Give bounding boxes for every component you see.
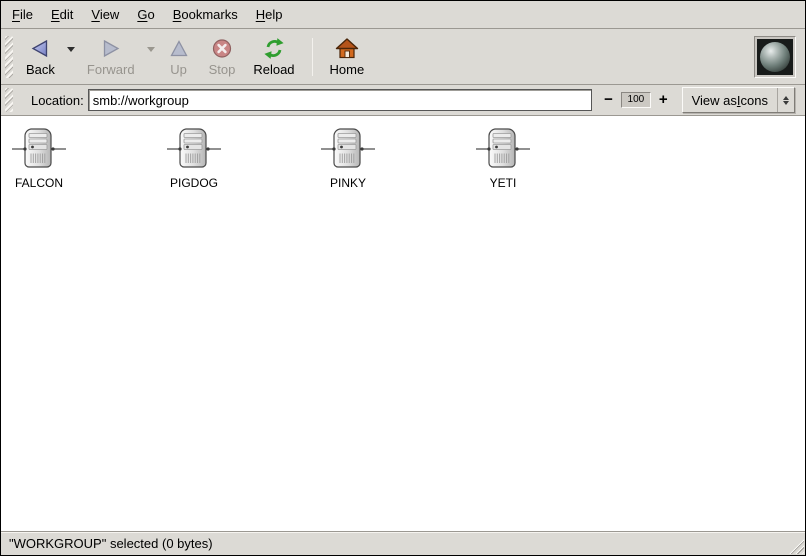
dropdown-arrow-icon (777, 88, 794, 112)
stop-icon (210, 36, 234, 61)
network-server-icon (475, 126, 531, 172)
view-as-label: View as Icons (683, 88, 777, 112)
reload-icon (262, 36, 286, 61)
up-arrow-icon (167, 36, 191, 61)
network-server-icon (166, 126, 222, 172)
chevron-down-icon (147, 47, 155, 52)
menu-file[interactable]: File (3, 3, 42, 26)
reload-button[interactable]: Reload (245, 33, 302, 80)
back-label: Back (26, 63, 55, 77)
stop-label: Stop (209, 63, 236, 77)
stop-button[interactable]: Stop (201, 33, 244, 80)
zoom-in-button[interactable]: + (655, 91, 672, 109)
back-history-dropdown[interactable] (64, 40, 78, 60)
server-item-yeti[interactable]: YETI (448, 126, 558, 190)
back-button[interactable]: Back (18, 33, 63, 80)
zoom-level-indicator: 100 (621, 92, 651, 108)
location-input[interactable] (88, 89, 592, 111)
toolbar-drag-handle[interactable] (5, 36, 13, 78)
forward-button[interactable]: Forward (79, 33, 143, 80)
menu-view[interactable]: View (82, 3, 128, 26)
main-toolbar: Back Forward Up Stop (1, 29, 805, 85)
server-label: PINKY (330, 176, 366, 190)
up-button[interactable]: Up (159, 33, 199, 80)
server-label: YETI (490, 176, 517, 190)
zoom-out-button[interactable]: − (600, 91, 617, 109)
menu-edit[interactable]: Edit (42, 3, 82, 26)
server-item-falcon[interactable]: FALCON (1, 126, 94, 190)
back-arrow-icon (28, 36, 52, 61)
file-manager-window: File Edit View Go Bookmarks Help Back Fo… (0, 0, 806, 556)
reload-label: Reload (253, 63, 294, 77)
gnome-globe-throbber-icon (760, 42, 790, 72)
menu-bar: File Edit View Go Bookmarks Help (1, 1, 805, 29)
location-bar: Location: − 100 + View as Icons (1, 85, 805, 116)
forward-label: Forward (87, 63, 135, 77)
location-label: Location: (31, 93, 84, 108)
server-label: PIGDOG (170, 176, 218, 190)
chevron-down-icon (67, 47, 75, 52)
server-item-pigdog[interactable]: PIGDOG (139, 126, 249, 190)
resize-grip[interactable] (787, 537, 804, 554)
server-item-pinky[interactable]: PINKY (293, 126, 403, 190)
network-server-icon (11, 126, 67, 172)
menu-go[interactable]: Go (128, 3, 163, 26)
throbber-screen (757, 39, 793, 75)
menu-bookmarks[interactable]: Bookmarks (164, 3, 247, 26)
home-button[interactable]: Home (322, 33, 373, 80)
location-bar-drag-handle[interactable] (5, 88, 13, 112)
menu-help[interactable]: Help (247, 3, 292, 26)
toolbar-separator (312, 38, 313, 76)
forward-arrow-icon (99, 36, 123, 61)
view-as-dropdown[interactable]: View as Icons (682, 87, 795, 113)
forward-history-dropdown[interactable] (144, 40, 158, 60)
home-icon (335, 36, 359, 61)
network-server-icon (320, 126, 376, 172)
status-bar: "WORKGROUP" selected (0 bytes) (1, 531, 805, 555)
server-label: FALCON (15, 176, 63, 190)
icon-view[interactable]: FALCON PIGDOG (1, 116, 805, 531)
throbber (754, 36, 796, 78)
up-label: Up (170, 63, 187, 77)
home-label: Home (330, 63, 365, 77)
status-text: "WORKGROUP" selected (0 bytes) (9, 536, 213, 551)
